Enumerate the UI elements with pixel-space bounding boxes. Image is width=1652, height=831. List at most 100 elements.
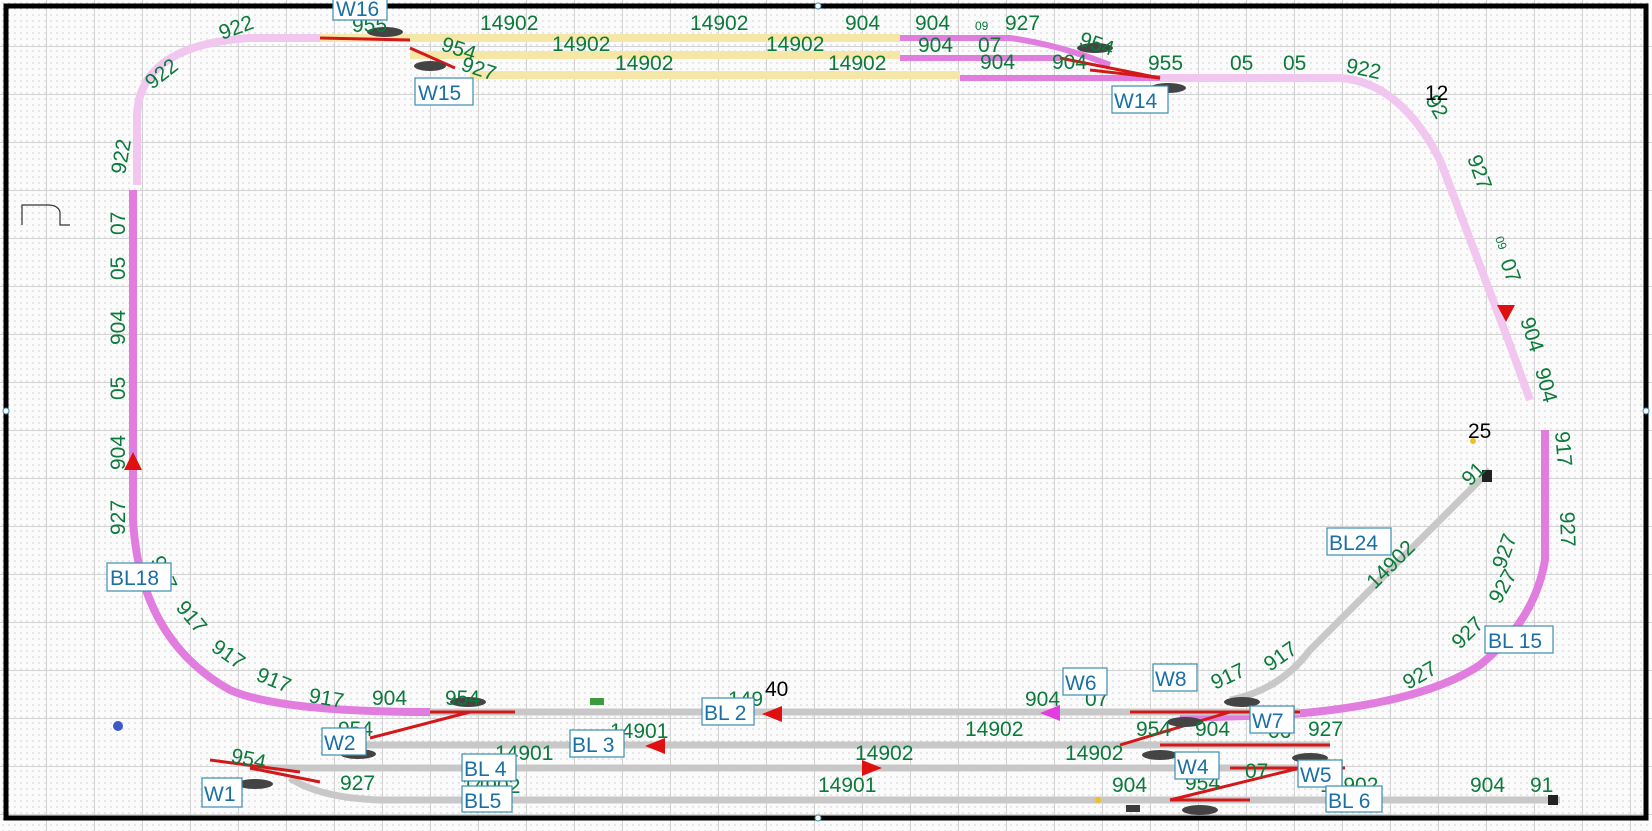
block-bl3[interactable]: BL 3 xyxy=(569,729,625,758)
svg-text:W1: W1 xyxy=(204,783,236,806)
block-bl18[interactable]: BL18 xyxy=(106,562,172,592)
block-bl24[interactable]: BL24 xyxy=(1326,527,1392,556)
label-top-904-e: 904 xyxy=(1052,51,1087,74)
block-bl2[interactable]: BL 2 xyxy=(701,697,755,726)
svg-text:BL 2: BL 2 xyxy=(704,702,746,725)
label-right-927-d: 927 xyxy=(1484,566,1521,608)
label-curve-917-d: 917 xyxy=(253,663,294,697)
label-bot-07-b: 07 xyxy=(1245,760,1268,783)
svg-text:W16: W16 xyxy=(336,0,379,21)
signal-bl2[interactable] xyxy=(762,706,782,722)
label-top-05-b: 05 xyxy=(1283,52,1306,75)
feedback-module-bl5 xyxy=(1126,805,1140,812)
label-top-14902-a: 14902 xyxy=(480,12,538,35)
label-bot-91: 91 xyxy=(1530,774,1553,797)
turnout-w1[interactable]: W1 xyxy=(201,777,243,808)
label-bot-954-a: 954 xyxy=(445,687,480,710)
svg-text:W2: W2 xyxy=(324,732,356,755)
turnout-w4[interactable]: W4 xyxy=(1174,751,1220,780)
label-bot-904-e: 904 xyxy=(1470,774,1505,797)
label-top-904-b: 904 xyxy=(915,12,950,35)
label-bot-904-c: 904 xyxy=(1195,718,1230,741)
label-bot-14902-c: 14902 xyxy=(965,718,1023,741)
label-bot-904-a: 904 xyxy=(372,687,407,710)
frame-handle-bottom[interactable] xyxy=(814,814,822,822)
label-bot-917-a: 917 xyxy=(1207,659,1248,695)
buffer-stop-shape-left xyxy=(21,204,70,226)
svg-text:W8: W8 xyxy=(1155,668,1187,691)
frame-handle-left[interactable] xyxy=(2,407,10,415)
svg-text:W5: W5 xyxy=(1300,764,1332,787)
label-top-05-a: 05 xyxy=(1230,52,1253,75)
frame-handle-right[interactable] xyxy=(1642,407,1650,415)
block-bl4[interactable]: BL 4 xyxy=(461,753,517,782)
svg-text:W6: W6 xyxy=(1065,672,1097,695)
label-right-09: 09 xyxy=(1492,234,1510,252)
turnout-w15[interactable]: W15 xyxy=(414,77,474,106)
turnout-w2[interactable]: W2 xyxy=(321,727,367,756)
turnout-w6[interactable]: W6 xyxy=(1062,667,1108,696)
contact-marker-bottom xyxy=(1095,797,1101,803)
label-top-927-a: 927 xyxy=(1005,12,1040,35)
track-layout-diagram[interactable]: 922 922 922 955 14902 14902 14902 14902 … xyxy=(0,0,1652,831)
label-curve-917-c: 917 xyxy=(207,635,249,674)
label-bl24-91: 91 xyxy=(1457,458,1490,491)
label-left-05-a: 05 xyxy=(107,257,130,280)
layout-canvas[interactable]: 922 922 922 955 14902 14902 14902 14902 … xyxy=(0,0,1652,831)
block-bl6[interactable]: BL 6 xyxy=(1325,785,1383,813)
feedback-module-bl2 xyxy=(590,698,604,705)
marker-12: 12 xyxy=(1425,82,1448,105)
turnout-w8[interactable]: W8 xyxy=(1152,663,1198,692)
frame-handle-top[interactable] xyxy=(814,2,822,10)
label-bot-954-d: 954 xyxy=(1136,718,1171,741)
svg-text:W15: W15 xyxy=(418,82,461,105)
label-right-927-a: 927 xyxy=(1462,152,1496,193)
label-right-07: 07 xyxy=(1495,256,1525,286)
label-bot-904-d: 904 xyxy=(1112,774,1147,797)
label-bot-904-b: 904 xyxy=(1025,688,1060,711)
label-curve-917-b: 917 xyxy=(171,596,211,638)
svg-text:BL 4: BL 4 xyxy=(464,758,507,781)
track-loop-right-curve[interactable] xyxy=(1160,74,1534,402)
label-left-904-b: 904 xyxy=(107,435,130,470)
label-top-955-b: 955 xyxy=(1148,52,1183,75)
svg-text:BL 3: BL 3 xyxy=(572,734,614,757)
block-bl15[interactable]: BL 15 xyxy=(1484,625,1554,654)
label-bot-954-c: 954 xyxy=(229,744,268,774)
turnout-w5[interactable]: W5 xyxy=(1297,759,1343,788)
svg-text:BL18: BL18 xyxy=(110,567,159,590)
turnout-w7[interactable]: W7 xyxy=(1249,705,1295,734)
label-right-904-a: 904 xyxy=(1515,314,1548,355)
svg-text:W4: W4 xyxy=(1177,756,1209,779)
label-left-904-a: 904 xyxy=(107,310,130,345)
label-top-904-c: 904 xyxy=(918,34,953,57)
label-bot-14902-d: 14902 xyxy=(1065,742,1123,765)
label-left-07: 07 xyxy=(107,212,130,235)
label-bot-14901-c: 14901 xyxy=(818,774,876,797)
turnout-w14[interactable]: W14 xyxy=(1111,85,1169,114)
loco-icon-left[interactable] xyxy=(113,721,123,731)
svg-text:BL 6: BL 6 xyxy=(1328,790,1370,813)
label-top-14902-c: 14902 xyxy=(615,52,673,75)
label-bot-927-a: 927 xyxy=(340,772,375,795)
marker-25: 25 xyxy=(1468,420,1491,443)
marker-40: 40 xyxy=(765,678,788,701)
label-left-05-b: 05 xyxy=(107,377,130,400)
label-top-14902-f: 14902 xyxy=(828,52,886,75)
turnout-w16[interactable]: W16 xyxy=(332,0,388,21)
label-right-927-b: 927 xyxy=(1555,511,1579,547)
label-top-07: 07 xyxy=(978,34,1001,57)
svg-text:W14: W14 xyxy=(1114,90,1158,113)
label-right-927-c: 927 xyxy=(1447,612,1488,653)
block-bl5[interactable]: BL5 xyxy=(461,785,513,813)
label-left-927: 927 xyxy=(107,500,130,535)
label-right-904-b: 904 xyxy=(1530,365,1561,405)
label-right-917: 917 xyxy=(1550,430,1576,467)
label-left-922: 922 xyxy=(107,137,136,176)
track-number-labels: 922 922 922 955 14902 14902 14902 14902 … xyxy=(107,11,1579,798)
label-top-904-a: 904 xyxy=(845,12,880,35)
label-bot-14902-b: 14902 xyxy=(855,742,913,765)
svg-text:BL5: BL5 xyxy=(464,790,501,813)
label-right-927-e: 927 xyxy=(1488,531,1522,572)
label-bot-927-b: 927 xyxy=(1308,718,1343,741)
